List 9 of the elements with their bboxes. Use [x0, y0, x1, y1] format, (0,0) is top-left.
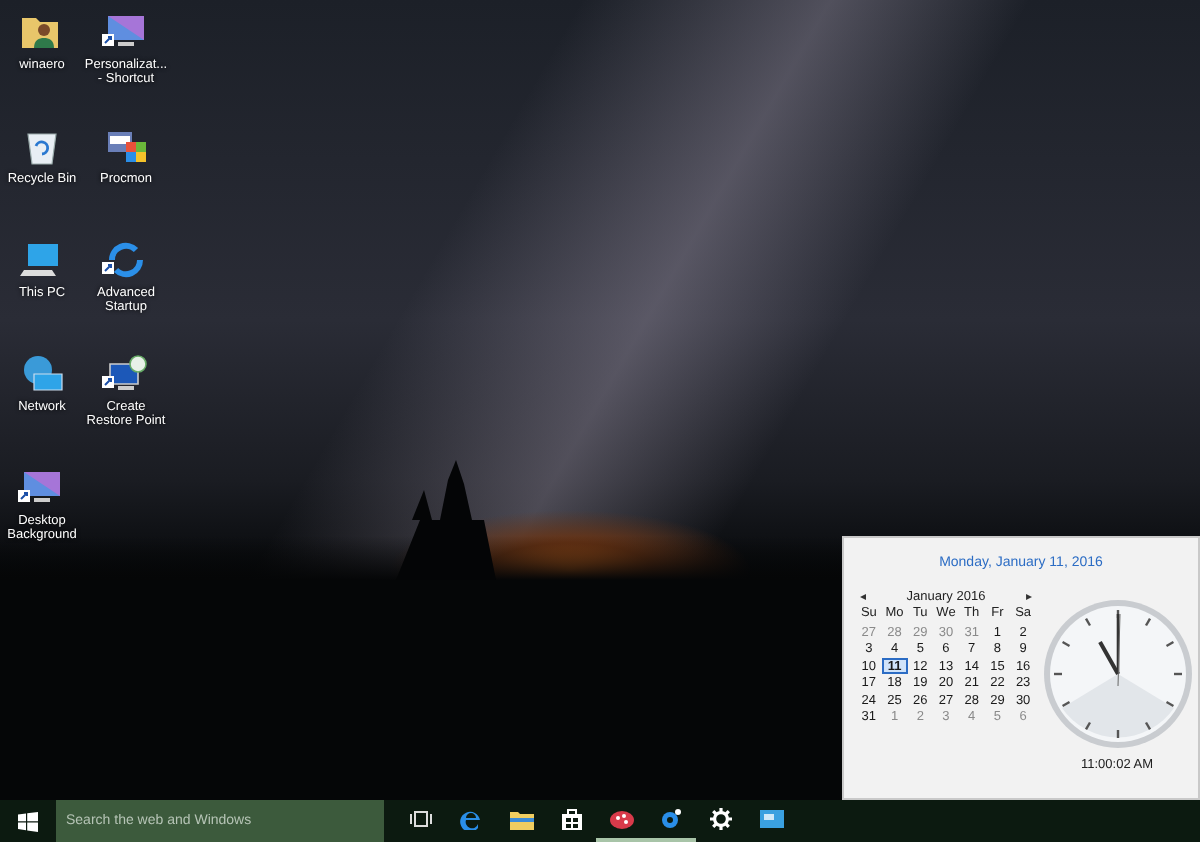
- task-view-icon: [410, 810, 432, 828]
- folder-icon: [509, 809, 533, 829]
- windows-logo-icon: [18, 811, 38, 831]
- browser-e-icon: [460, 808, 482, 830]
- pine-trees-drawing: [396, 460, 496, 580]
- monitor-icon: [759, 810, 783, 828]
- paint-palette-icon: [609, 809, 633, 829]
- shopping-bag-icon: [561, 808, 581, 830]
- settings-icon: [710, 808, 732, 830]
